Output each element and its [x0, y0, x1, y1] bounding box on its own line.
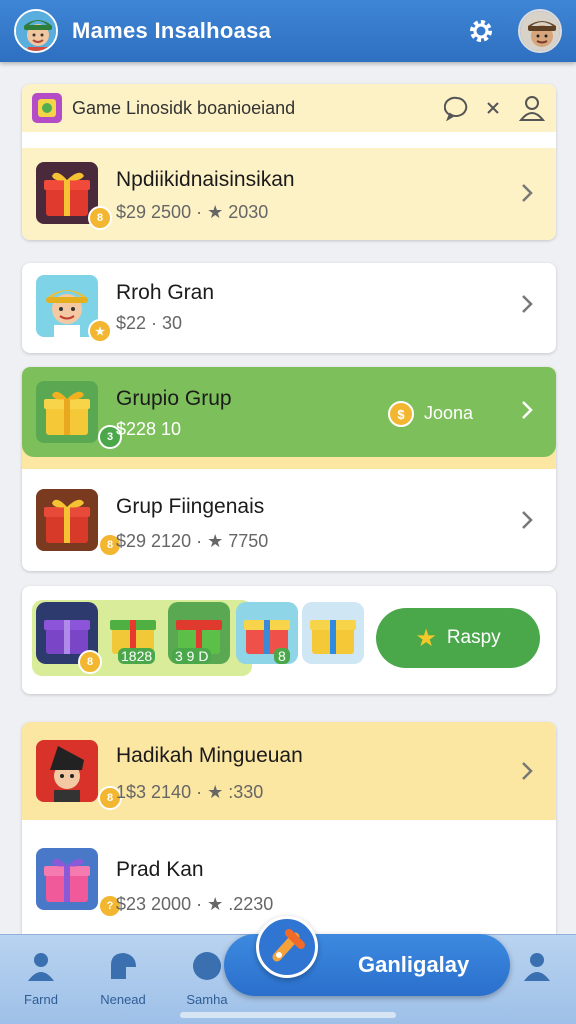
item-subtitle: $228 10 [116, 419, 182, 439]
star-icon: ★ [415, 624, 437, 652]
chevron-right-icon [522, 762, 533, 780]
gift-thumbnail [36, 848, 98, 910]
compass-icon [193, 952, 221, 980]
reward-amount: Joona [424, 403, 474, 423]
search-text[interactable]: Game Linosidk boanioeiand [72, 98, 444, 119]
list-item[interactable]: 8 Grup Fiingenais $29 2120 · ★ 7750 [22, 469, 556, 571]
chevron-right-icon [522, 184, 533, 202]
redeem-label: Raspy [446, 627, 501, 648]
gift-thumbnail [36, 489, 98, 551]
game-icon [32, 93, 62, 123]
user-avatar[interactable] [14, 9, 58, 53]
character-thumbnail [36, 740, 98, 802]
person-icon [28, 953, 54, 981]
app-title: Mames Insalhoasa [72, 18, 272, 43]
settings-button[interactable] [464, 14, 498, 48]
item-title: Npdiikidnaisinsikan [116, 168, 295, 191]
gift-label: 8 [274, 648, 290, 664]
item-subtitle: $22 · 30 [116, 313, 183, 333]
chevron-right-icon [522, 511, 533, 529]
helmet-icon [111, 953, 136, 979]
item-subtitle: 1$3 2140 · ★ :330 [116, 782, 264, 802]
profile-avatar[interactable] [518, 9, 562, 53]
chevron-right-icon [522, 295, 533, 313]
featured-card: Game Linosidk boanioeiand 8 Npdiikidnais… [22, 84, 556, 240]
chevron-right-icon [522, 401, 533, 419]
item-title: Grup Fiingenais [116, 495, 265, 518]
top-app-bar: Mames Insalhoasa [0, 0, 576, 62]
item-title: Grupio Grup [116, 387, 232, 410]
item-title: Rroh Gran [116, 281, 215, 304]
list-item-highlighted[interactable]: 3 Grupio Grup $228 10 $ Joona [22, 367, 556, 469]
redeem-button[interactable]: ★ Raspy [376, 608, 540, 668]
fab-button[interactable] [256, 916, 318, 978]
gift-selection-card: 8 1828 3 9 D 8 ★ Raspy [22, 586, 556, 694]
list-card: ★ Rroh Gran $22 · 30 [22, 263, 556, 353]
list-item[interactable]: ★ Rroh Gran $22 · 30 [22, 263, 556, 353]
list-item-highlighted[interactable]: 8 Hadikah Mingueuan 1$3 2140 · ★ :330 [22, 722, 556, 820]
gift-label: 1828 [118, 648, 156, 664]
home-indicator [180, 1012, 396, 1018]
item-title: Prad Kan [116, 858, 204, 881]
item-subtitle: $29 2120 · ★ 7750 [116, 531, 269, 551]
coin-badge: 8 [88, 206, 112, 230]
gift-label: 3 9 D [172, 648, 212, 664]
chat-icon[interactable] [444, 95, 470, 121]
star-badge: ★ [88, 319, 112, 343]
gear-icon [470, 20, 492, 42]
list-item[interactable]: 8 Npdiikidnaisinsikan $29 2500 · ★ 2030 [22, 148, 556, 240]
gift-option[interactable] [302, 602, 364, 664]
coin-icon: $ [388, 401, 414, 427]
hammer-icon [272, 929, 305, 962]
item-subtitle: $29 2500 · ★ 2030 [116, 202, 269, 222]
coin-badge: 8 [78, 650, 102, 674]
list-card: 8 Hadikah Mingueuan 1$3 2140 · ★ :330 ? … [22, 722, 556, 934]
list-card: 3 Grupio Grup $228 10 $ Joona 8 Grup Fii… [22, 367, 556, 571]
close-icon[interactable] [484, 99, 502, 117]
person-icon [524, 953, 550, 981]
gift-thumbnail [36, 381, 98, 443]
user-icon[interactable] [518, 94, 546, 122]
primary-action-label: Ganligalay [358, 952, 470, 977]
nav-item-friends[interactable]: Farnd [6, 949, 76, 1007]
item-subtitle: $23 2000 · ★ .2230 [116, 894, 274, 914]
nav-item-profile[interactable] [502, 949, 572, 988]
nav-item-news[interactable]: Nenead [88, 949, 158, 1007]
item-title: Hadikah Mingueuan [116, 744, 303, 767]
